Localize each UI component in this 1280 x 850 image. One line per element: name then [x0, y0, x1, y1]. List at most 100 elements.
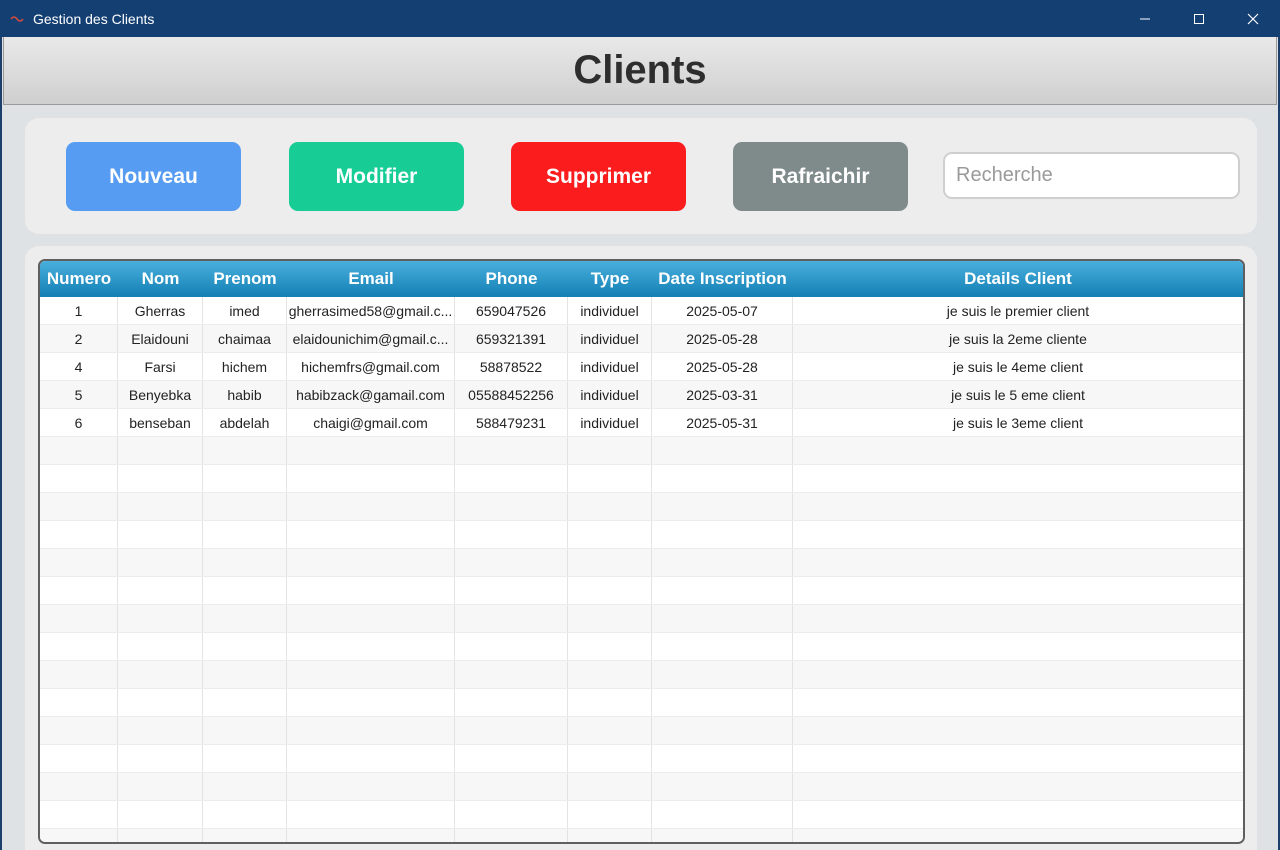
cell-type [568, 661, 652, 688]
cell-numero [40, 829, 118, 842]
delete-button[interactable]: Supprimer [511, 142, 686, 211]
cell-numero [40, 577, 118, 604]
cell-numero: 4 [40, 353, 118, 380]
table-panel: Numero Nom Prenom Email Phone Type Date … [25, 246, 1257, 850]
cell-type [568, 801, 652, 828]
cell-numero [40, 605, 118, 632]
cell-nom [118, 493, 203, 520]
cell-numero [40, 465, 118, 492]
cell-details-client [793, 493, 1243, 520]
empty-table-row [40, 577, 1243, 605]
empty-table-row [40, 437, 1243, 465]
cell-details-client: je suis le 4eme client [953, 358, 1083, 375]
cell-numero: 5 [40, 381, 118, 408]
cell-numero [40, 689, 118, 716]
empty-table-row [40, 465, 1243, 493]
empty-table-row [40, 521, 1243, 549]
cell-date-inscription [652, 661, 793, 688]
cell-phone [455, 521, 568, 548]
cell-type: individuel [568, 353, 652, 380]
cell-type [568, 521, 652, 548]
column-header-numero[interactable]: Numero [40, 261, 118, 297]
column-header-phone[interactable]: Phone [455, 261, 568, 297]
refresh-button[interactable]: Rafraichir [733, 142, 908, 211]
cell-nom [118, 437, 203, 464]
cell-phone: 05588452256 [455, 381, 568, 408]
table-row[interactable]: 6 benseban abdelah chaigi@gmail.com 58847923… [40, 409, 1243, 437]
empty-table-row [40, 661, 1243, 689]
cell-phone [455, 633, 568, 660]
cell-prenom [203, 493, 287, 520]
cell-prenom [203, 829, 287, 842]
cell-numero [40, 801, 118, 828]
empty-table-row [40, 745, 1243, 773]
maximize-icon [1194, 13, 1204, 24]
cell-type: individuel [568, 325, 652, 352]
cell-email [287, 549, 455, 576]
cell-details-client [793, 633, 1243, 660]
column-header-nom[interactable]: Nom [118, 261, 203, 297]
cell-nom [118, 465, 203, 492]
empty-table-row [40, 717, 1243, 745]
table-row[interactable]: 1 Gherras imed gherrasimed58@gmail.c... 6590… [40, 297, 1243, 325]
cell-numero: 6 [40, 409, 118, 436]
cell-date-inscription: 2025-05-28 [652, 325, 793, 352]
cell-type: individuel [568, 409, 652, 436]
cell-type [568, 689, 652, 716]
column-header-email[interactable]: Email [287, 261, 455, 297]
search-input[interactable] [943, 152, 1240, 199]
cell-email [287, 577, 455, 604]
maximize-button[interactable] [1172, 0, 1226, 37]
cell-type [568, 577, 652, 604]
cell-date-inscription [652, 717, 793, 744]
cell-date-inscription [652, 521, 793, 548]
cell-nom [118, 829, 203, 842]
cell-date-inscription [652, 549, 793, 576]
cell-details-client [793, 661, 1243, 688]
minimize-button[interactable] [1118, 0, 1172, 37]
cell-details-client: je suis le 3eme client [953, 414, 1083, 431]
window-title: Gestion des Clients [33, 10, 155, 27]
table-body: 1 Gherras imed gherrasimed58@gmail.c... 6590… [40, 297, 1243, 842]
cell-details-client: je suis la 2eme cliente [949, 330, 1087, 347]
cell-numero: 2 [40, 325, 118, 352]
cell-date-inscription [652, 801, 793, 828]
table-row[interactable]: 2 Elaidouni chaimaa elaidounichim@gmail.c..… [40, 325, 1243, 353]
column-header-details-client[interactable]: Details Client [793, 261, 1243, 297]
empty-table-row [40, 633, 1243, 661]
new-button[interactable]: Nouveau [66, 142, 241, 211]
cell-numero [40, 745, 118, 772]
column-header-prenom[interactable]: Prenom [203, 261, 287, 297]
cell-numero: 1 [40, 297, 118, 324]
table-row[interactable]: 4 Farsi hichem hichemfrs@gmail.com 58878522 i… [40, 353, 1243, 381]
cell-phone [455, 577, 568, 604]
cell-prenom: habib [203, 381, 287, 408]
cell-date-inscription [652, 633, 793, 660]
cell-email: elaidounichim@gmail.c... [287, 325, 455, 352]
cell-email [287, 773, 455, 800]
column-header-type[interactable]: Type [568, 261, 652, 297]
cell-numero [40, 633, 118, 660]
cell-details-client [793, 745, 1243, 772]
title-bar: Gestion des Clients [0, 0, 1280, 37]
close-button[interactable] [1226, 0, 1280, 37]
cell-date-inscription: 2025-05-31 [652, 409, 793, 436]
cell-prenom [203, 689, 287, 716]
cell-numero [40, 549, 118, 576]
cell-phone: 659321391 [455, 325, 568, 352]
cell-nom: Farsi [118, 353, 203, 380]
cell-email [287, 437, 455, 464]
cell-email [287, 605, 455, 632]
cell-nom [118, 717, 203, 744]
empty-table-row [40, 829, 1243, 842]
cell-type [568, 633, 652, 660]
cell-details-client: je suis le 5 eme client [951, 386, 1085, 403]
cell-date-inscription [652, 605, 793, 632]
empty-table-row [40, 605, 1243, 633]
edit-button[interactable]: Modifier [289, 142, 464, 211]
cell-prenom: imed [203, 297, 287, 324]
cell-type: individuel [568, 381, 652, 408]
table-row[interactable]: 5 Benyebka habib habibzack@gamail.com 055884… [40, 381, 1243, 409]
column-header-date-inscription[interactable]: Date Inscription [652, 261, 793, 297]
cell-phone: 588479231 [455, 409, 568, 436]
